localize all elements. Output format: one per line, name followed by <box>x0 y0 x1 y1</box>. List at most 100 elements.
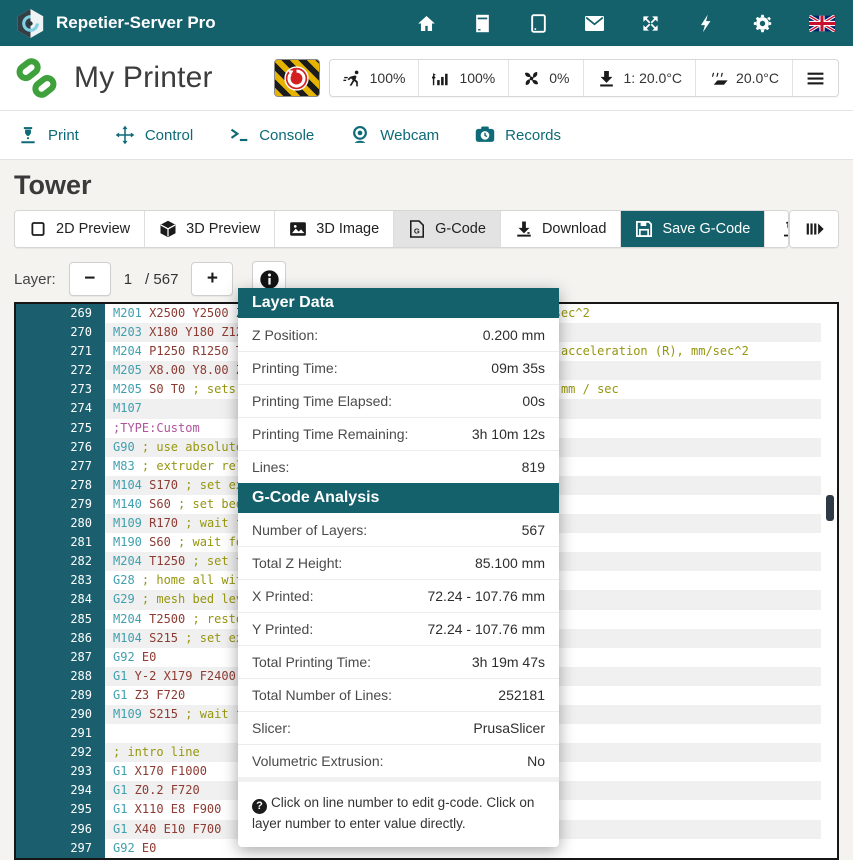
printer-menu-button[interactable] <box>792 60 838 96</box>
tab-print[interactable]: Print <box>18 125 79 145</box>
line-number[interactable]: 279 <box>16 495 105 514</box>
layer-minus-button[interactable]: − <box>69 262 111 296</box>
line-number[interactable]: 277 <box>16 457 105 476</box>
popup-row-value: 0.200 mm <box>483 327 545 343</box>
popup-row: Total Z Height: 85.100 mm <box>238 546 559 579</box>
gcode-analysis-rows: Number of Layers:567Total Z Height:85.10… <box>238 513 559 777</box>
status-bed[interactable]: 20.0°C <box>695 60 792 96</box>
status-bed-value: 20.0°C <box>736 70 779 86</box>
line-number[interactable]: 293 <box>16 762 105 781</box>
page-title: Tower <box>14 170 839 200</box>
status-fan[interactable]: 0% <box>508 60 582 96</box>
line-number[interactable]: 295 <box>16 800 105 819</box>
line-number[interactable]: 287 <box>16 648 105 667</box>
status-flow[interactable]: 100% <box>418 60 508 96</box>
line-number[interactable]: 284 <box>16 590 105 609</box>
popup-help-text: Click on line number to edit g-code. Cli… <box>252 795 534 831</box>
layer-animation-button[interactable] <box>790 211 839 247</box>
emergency-stop-button[interactable] <box>274 59 320 97</box>
printer-box-icon[interactable] <box>473 14 492 33</box>
line-number[interactable]: 286 <box>16 629 105 648</box>
popup-row: Total Number of Lines:252181 <box>238 678 559 711</box>
status-speed[interactable]: 100% <box>330 60 419 96</box>
button-label: 3D Image <box>316 221 379 237</box>
popup-row-label: Total Z Height: <box>252 555 342 571</box>
line-number[interactable]: 275 <box>16 419 105 438</box>
bolt-icon[interactable] <box>697 14 716 33</box>
line-number[interactable]: 281 <box>16 533 105 552</box>
popup-row-label: Z Position: <box>252 327 318 343</box>
status-extruder[interactable]: 1: 20.0°C <box>583 60 696 96</box>
line-number[interactable]: 283 <box>16 571 105 590</box>
download-button[interactable]: Download <box>500 211 621 247</box>
save-gcode-button[interactable]: Save G-Code <box>620 211 764 247</box>
layer-label: Layer: <box>14 271 56 288</box>
gcode-scrollbar-track[interactable] <box>821 304 837 858</box>
popup-row-label: Printing Time: <box>252 360 338 376</box>
tab-webcam[interactable]: Webcam <box>350 125 439 145</box>
line-number[interactable]: 294 <box>16 781 105 800</box>
printer-tabs: Print Control Console Webcam Records <box>0 111 853 160</box>
popup-row-value: 09m 35s <box>491 360 545 376</box>
flow-icon <box>432 69 451 88</box>
download-icon <box>515 220 533 238</box>
line-number[interactable]: 288 <box>16 667 105 686</box>
popup-row: Y Printed:72.24 - 107.76 mm <box>238 612 559 645</box>
line-number[interactable]: 271 <box>16 342 105 361</box>
line-number[interactable]: 285 <box>16 610 105 629</box>
tab-control[interactable]: Control <box>115 125 193 145</box>
line-number[interactable]: 291 <box>16 724 105 743</box>
3d-image-button[interactable]: 3D Image <box>274 211 393 247</box>
button-label: G-Code <box>435 221 486 237</box>
brand[interactable]: Repetier-Server Pro <box>16 8 216 39</box>
tab-records[interactable]: Records <box>475 125 561 145</box>
line-number[interactable]: 276 <box>16 438 105 457</box>
layer-current[interactable]: 1 <box>124 271 132 288</box>
line-number[interactable]: 280 <box>16 514 105 533</box>
2d-preview-button[interactable]: 2D Preview <box>15 211 144 247</box>
print-button[interactable] <box>764 211 788 247</box>
svg-text:G: G <box>414 227 420 236</box>
line-number[interactable]: 274 <box>16 399 105 418</box>
fullscreen-icon[interactable] <box>641 14 660 33</box>
line-number[interactable]: 269 <box>16 304 105 323</box>
mail-icon[interactable] <box>585 14 604 33</box>
console-icon <box>229 125 249 145</box>
popup-row: X Printed:72.24 - 107.76 mm <box>238 579 559 612</box>
gear-icon[interactable] <box>753 14 772 33</box>
home-icon[interactable] <box>417 14 436 33</box>
popup-row-label: Total Number of Lines: <box>252 687 392 703</box>
popup-row-value: PrusaSlicer <box>473 720 545 736</box>
popup-row-value: 85.100 mm <box>475 555 545 571</box>
line-number[interactable]: 282 <box>16 552 105 571</box>
line-number[interactable]: 296 <box>16 820 105 839</box>
line-number[interactable]: 270 <box>16 323 105 342</box>
line-number[interactable]: 290 <box>16 705 105 724</box>
line-number[interactable]: 297 <box>16 839 105 858</box>
line-number[interactable]: 292 <box>16 743 105 762</box>
line-number[interactable]: 278 <box>16 476 105 495</box>
tablet-icon[interactable] <box>529 14 548 33</box>
popup-row: Volumetric Extrusion:No <box>238 744 559 777</box>
button-label: Save G-Code <box>662 221 750 237</box>
tab-console[interactable]: Console <box>229 125 314 145</box>
repetier-logo-icon <box>16 8 45 39</box>
language-flag-icon[interactable] <box>809 15 835 32</box>
layer-plus-button[interactable]: + <box>191 262 233 296</box>
gcode-scrollbar-thumb[interactable] <box>826 495 834 521</box>
gcode-analysis-header: G-Code Analysis <box>238 483 559 513</box>
line-number[interactable]: 289 <box>16 686 105 705</box>
status-bar: 100% 100% 0%1: 20.0°C 20.0°C <box>274 59 839 97</box>
button-label: 2D Preview <box>56 221 130 237</box>
status-flow-value: 100% <box>459 70 495 86</box>
popup-row-label: Total Printing Time: <box>252 654 371 670</box>
line-number[interactable]: 272 <box>16 361 105 380</box>
link-chain-icon[interactable] <box>14 58 59 99</box>
layer-data-header: Layer Data <box>238 288 559 318</box>
3d-preview-button[interactable]: 3D Preview <box>144 211 274 247</box>
popup-row-label: Y Printed: <box>252 621 313 637</box>
line-number[interactable]: 273 <box>16 380 105 399</box>
popup-row: Lines:819 <box>238 450 559 483</box>
popup-row-label: Number of Layers: <box>252 522 367 538</box>
gcode-button[interactable]: G G-Code <box>393 211 500 247</box>
